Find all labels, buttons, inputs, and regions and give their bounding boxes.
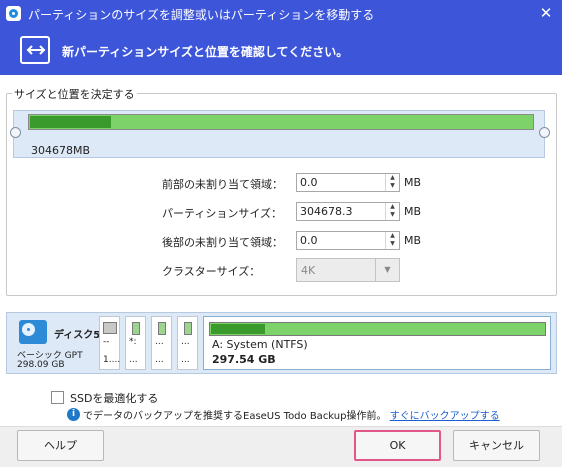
unit-label: MB — [404, 205, 422, 218]
partition-swatch — [183, 322, 192, 335]
partition-block-label: ... — [155, 337, 164, 347]
partition-swatch — [157, 322, 166, 335]
selected-partition-size: 297.54 GB — [212, 353, 276, 366]
partition-size-text: 304678MB — [31, 144, 91, 157]
unallocated-after-stepper[interactable]: ▲ ▼ — [385, 232, 399, 249]
partition-swatch — [131, 322, 140, 335]
partition-block-size: ... — [181, 355, 190, 365]
resize-arrows-icon — [20, 36, 50, 64]
stepper-up-icon[interactable]: ▲ — [386, 203, 399, 211]
partition-size-input[interactable]: 304678.3 ▲ ▼ — [296, 202, 400, 221]
unallocated-before-label: 前部の未割り当て領域： — [162, 178, 283, 191]
disk-name: ディスク5 — [54, 330, 101, 341]
info-icon: i — [67, 408, 80, 421]
unallocated-after-input[interactable]: 0.0 ▲ ▼ — [296, 231, 400, 250]
stepper-up-icon[interactable]: ▲ — [386, 174, 399, 182]
dialog-subtitle: 新パーティションサイズと位置を確認してください。 — [62, 45, 349, 59]
unallocated-before-stepper[interactable]: ▲ ▼ — [385, 174, 399, 191]
dialog-header: 新パーティションサイズと位置を確認してください。 — [0, 27, 562, 75]
stepper-down-icon[interactable]: ▼ — [386, 240, 399, 248]
backup-recommendation: でデータのバックアップを推奨するEaseUS Todo Backup操作前。 す… — [83, 407, 500, 422]
help-button[interactable]: ヘルプ — [17, 430, 104, 461]
window-title: パーティションのサイズを調整或いはパーティションを移動する — [28, 8, 375, 22]
selected-partition-label: A: System (NTFS) — [212, 338, 308, 351]
partition-block-size: ... — [129, 355, 138, 365]
stepper-down-icon[interactable]: ▼ — [386, 182, 399, 190]
partition-block-label: -- — [103, 337, 110, 347]
title-bar: パーティションのサイズを調整或いはパーティションを移動する ✕ — [0, 0, 562, 27]
disk-icon — [19, 320, 47, 344]
partition-block-label: *: — [129, 337, 137, 347]
partition-bar[interactable] — [28, 114, 534, 130]
group-legend: サイズと位置を決定する — [12, 86, 137, 102]
app-icon — [6, 6, 21, 21]
selected-partition-block[interactable]: A: System (NTFS) 297.54 GB — [203, 316, 551, 370]
ssd-optimize-checkbox[interactable] — [51, 391, 64, 404]
stepper-down-icon[interactable]: ▼ — [386, 211, 399, 219]
selected-partition-used-fill — [211, 324, 265, 334]
ok-button[interactable]: OK — [354, 430, 441, 461]
partition-left-handle[interactable] — [10, 127, 21, 138]
unallocated-before-input[interactable]: 0.0 ▲ ▼ — [296, 173, 400, 192]
partition-block-size: ... — [155, 355, 164, 365]
ssd-optimize-label[interactable]: SSDを最適化する — [70, 390, 158, 406]
partition-block-size: 1.... — [103, 355, 121, 365]
partition-block[interactable]: ... ... — [151, 316, 172, 370]
unallocated-before-value: 0.0 — [300, 176, 318, 189]
backup-recommendation-text: でデータのバックアップを推奨するEaseUS Todo Backup操作前。 — [83, 411, 387, 422]
partition-block[interactable]: *: ... — [125, 316, 146, 370]
chevron-down-icon[interactable]: ▼ — [375, 259, 399, 281]
unallocated-after-value: 0.0 — [300, 234, 318, 247]
partition-size-stepper[interactable]: ▲ ▼ — [385, 203, 399, 220]
partition-block-label: ... — [181, 337, 190, 347]
cluster-size-label: クラスターサイズ： — [162, 265, 261, 278]
selected-partition-bar — [209, 322, 546, 336]
disk-size: 298.09 GB — [17, 360, 65, 370]
cluster-size-value: 4K — [301, 264, 316, 277]
partition-block[interactable]: -- 1.... — [99, 316, 120, 370]
backup-now-link[interactable]: すぐにバックアップする — [390, 411, 500, 422]
close-button[interactable]: ✕ — [530, 0, 562, 27]
partition-block[interactable]: ... ... — [177, 316, 198, 370]
partition-size-value: 304678.3 — [300, 205, 353, 218]
partition-size-label: パーティションサイズ： — [162, 207, 283, 220]
cluster-size-select[interactable]: 4K ▼ — [296, 258, 400, 282]
partition-used-fill — [30, 116, 111, 128]
partition-swatch — [103, 322, 117, 334]
cancel-button[interactable]: キャンセル — [453, 430, 540, 461]
partition-right-handle[interactable] — [539, 127, 550, 138]
unit-label: MB — [404, 234, 422, 247]
stepper-up-icon[interactable]: ▲ — [386, 232, 399, 240]
unallocated-after-label: 後部の未割り当て領域： — [162, 236, 283, 249]
unit-label: MB — [404, 176, 422, 189]
